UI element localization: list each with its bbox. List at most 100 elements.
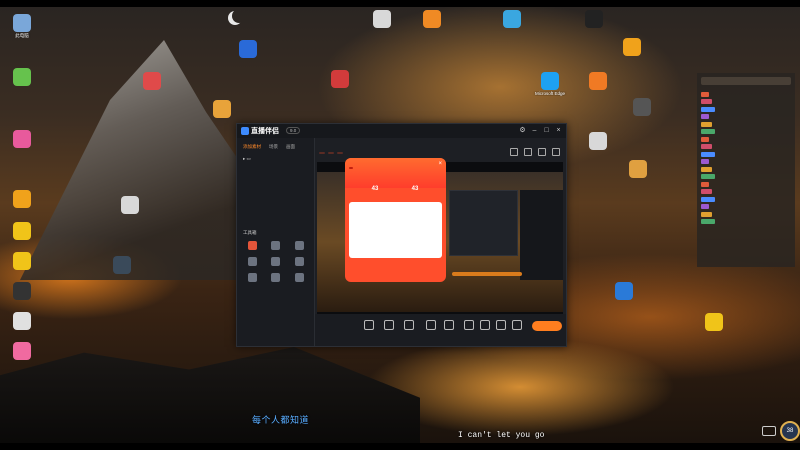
toolbox-grid bbox=[241, 241, 311, 283]
chat-message bbox=[701, 174, 717, 180]
tool-item[interactable] bbox=[288, 241, 311, 251]
tool-item[interactable] bbox=[288, 257, 311, 267]
scene-tag[interactable] bbox=[337, 152, 343, 154]
bottom-tool[interactable] bbox=[399, 320, 419, 332]
tray-badge[interactable]: 38 bbox=[780, 421, 800, 441]
desktop-icon[interactable] bbox=[130, 72, 174, 91]
minimize-icon[interactable]: – bbox=[531, 127, 538, 134]
user-level-badge bbox=[701, 189, 712, 194]
bottom-toolbar bbox=[315, 314, 566, 346]
tool-icon bbox=[248, 257, 258, 266]
desktop-icon[interactable] bbox=[602, 282, 646, 301]
desktop-icon[interactable] bbox=[0, 312, 44, 331]
app-shortcut-icon bbox=[623, 38, 641, 56]
desktop-icon[interactable] bbox=[200, 100, 244, 119]
user-level-badge bbox=[701, 129, 715, 134]
desktop-icon-label: Microsoft Edge bbox=[534, 91, 565, 96]
user-level-badge bbox=[701, 196, 715, 202]
desktop-icon[interactable] bbox=[410, 10, 454, 29]
desktop-icon[interactable] bbox=[360, 10, 404, 29]
desktop-icon[interactable] bbox=[318, 70, 362, 89]
chat-message bbox=[701, 129, 717, 135]
bottom-tool[interactable] bbox=[379, 320, 399, 332]
chat-message bbox=[701, 151, 717, 157]
tool-item[interactable] bbox=[264, 257, 287, 267]
desktop-icon[interactable] bbox=[0, 252, 44, 271]
tool-item[interactable] bbox=[288, 273, 311, 283]
tool-icon bbox=[426, 320, 436, 330]
user-level-badge bbox=[701, 144, 712, 149]
tool-item[interactable] bbox=[241, 257, 264, 267]
chat-message bbox=[701, 189, 714, 195]
tool-icon bbox=[294, 241, 304, 250]
desktop-icon[interactable]: Microsoft Edge bbox=[528, 72, 572, 96]
app-shortcut-icon bbox=[589, 132, 607, 150]
app-shortcut-icon bbox=[13, 130, 31, 148]
system-tray: 38 bbox=[762, 421, 800, 441]
desktop-icon[interactable] bbox=[572, 10, 616, 29]
app-shortcut-icon bbox=[705, 313, 723, 331]
desktop-icon[interactable] bbox=[100, 256, 144, 275]
toolbox-title: 工具箱 bbox=[243, 230, 257, 235]
settings-icon[interactable]: ⚙ bbox=[519, 127, 526, 134]
tool-item[interactable] bbox=[241, 273, 264, 283]
scene-tag[interactable] bbox=[328, 152, 334, 154]
desktop-icon[interactable] bbox=[0, 130, 44, 149]
desktop-icon[interactable]: 此电脑 bbox=[0, 14, 44, 38]
copy-icon[interactable] bbox=[510, 148, 518, 156]
app-shortcut-icon bbox=[629, 160, 647, 178]
bottom-tool[interactable] bbox=[421, 320, 441, 332]
desktop-icon[interactable] bbox=[0, 342, 44, 361]
maximize-icon[interactable]: □ bbox=[543, 127, 550, 134]
tool-icon bbox=[294, 257, 304, 266]
app-shortcut-icon bbox=[113, 256, 131, 274]
app-shortcut-icon bbox=[589, 72, 607, 90]
tool-item[interactable] bbox=[241, 241, 264, 251]
desktop-icon[interactable] bbox=[616, 160, 660, 179]
bottom-tool[interactable] bbox=[439, 320, 459, 332]
moon-icon bbox=[232, 9, 246, 23]
bottom-tool[interactable] bbox=[507, 320, 527, 332]
tool-item[interactable] bbox=[264, 273, 287, 283]
tool-item[interactable] bbox=[264, 241, 287, 251]
close-icon[interactable]: × bbox=[438, 161, 442, 167]
tool-icon bbox=[364, 320, 374, 330]
app-shortcut-icon bbox=[633, 98, 651, 116]
desktop-icon[interactable] bbox=[0, 282, 44, 301]
desktop-icon[interactable] bbox=[108, 196, 152, 215]
left-panel-tabs: 添加素材 场景 画面 bbox=[243, 144, 295, 150]
network-icon[interactable] bbox=[762, 426, 776, 436]
desktop-icon[interactable] bbox=[576, 72, 620, 91]
chat-message bbox=[701, 106, 717, 112]
desktop-icon[interactable] bbox=[226, 40, 270, 59]
close-icon[interactable]: × bbox=[555, 127, 562, 134]
app-shortcut-icon bbox=[585, 10, 603, 28]
desktop-icon[interactable] bbox=[576, 132, 620, 151]
layout-icon[interactable] bbox=[538, 148, 546, 156]
start-live-button[interactable] bbox=[532, 321, 562, 331]
tab-add-source[interactable]: 添加素材 bbox=[243, 144, 261, 150]
letterbox-top bbox=[0, 0, 800, 7]
preview-chat-capture bbox=[520, 190, 563, 280]
popup-stat: 43 bbox=[411, 186, 419, 192]
tab-scene[interactable]: 场景 bbox=[269, 144, 278, 150]
user-level-badge bbox=[701, 114, 709, 119]
version-badge[interactable]: 9.0 bbox=[286, 127, 301, 134]
desktop-icon[interactable] bbox=[0, 68, 44, 87]
scene-tag[interactable] bbox=[319, 152, 325, 154]
popup-stats: 43 43 bbox=[355, 186, 435, 192]
desktop-icon[interactable] bbox=[692, 313, 736, 332]
desktop-icon[interactable] bbox=[610, 38, 654, 57]
app-title-bar[interactable]: 直播伴侣 9.0 ⚙ – □ × bbox=[237, 124, 566, 138]
app-shortcut-icon bbox=[213, 100, 231, 118]
desktop-icon[interactable] bbox=[0, 190, 44, 209]
scene-list[interactable]: ▸ ▭ bbox=[243, 156, 251, 162]
lyrics-english: I can't let you go bbox=[458, 431, 545, 440]
desktop-icon[interactable] bbox=[0, 222, 44, 241]
share-icon[interactable] bbox=[552, 148, 560, 156]
bottom-tool[interactable] bbox=[359, 320, 379, 332]
desktop-icon[interactable] bbox=[490, 10, 534, 29]
desktop-icon[interactable] bbox=[620, 98, 664, 117]
tab-canvas[interactable]: 画面 bbox=[286, 144, 295, 150]
camera-icon[interactable] bbox=[524, 148, 532, 156]
